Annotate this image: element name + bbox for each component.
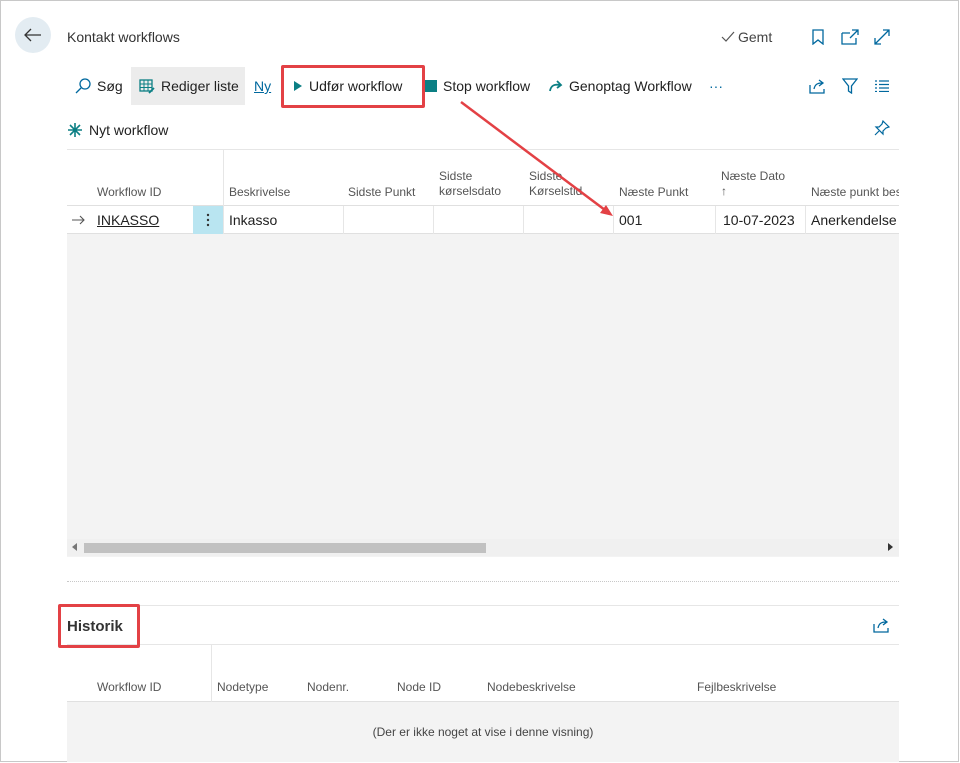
row-menu-button[interactable] (193, 206, 223, 234)
col-last-point[interactable]: Sidste Punkt (348, 185, 415, 200)
horizontal-scrollbar[interactable] (67, 539, 899, 556)
scroll-right-icon (888, 543, 893, 551)
saved-status: Gemt (721, 29, 772, 45)
checkmark-icon (721, 31, 735, 42)
row-selector[interactable] (71, 206, 91, 234)
back-button[interactable] (15, 17, 51, 53)
col-next-point-desc[interactable]: Næste punkt bes (811, 185, 899, 200)
section-divider (67, 581, 899, 582)
stop-icon (425, 80, 437, 92)
expand-icon[interactable] (873, 28, 891, 46)
new-workflow-label: Nyt workflow (89, 122, 169, 138)
col-workflow-id[interactable]: Workflow ID (97, 185, 161, 200)
table-row[interactable]: INKASSO Inkasso 001 10-07-2023 Anerkende… (67, 206, 899, 234)
resume-workflow-label: Genoptag Workflow (569, 78, 692, 94)
page-title: Kontakt workflows (67, 29, 180, 45)
filter-button[interactable] (842, 67, 858, 105)
list-view-button[interactable] (875, 67, 889, 105)
bookmark-icon[interactable] (809, 28, 827, 46)
hist-col-node-id[interactable]: Node ID (397, 680, 441, 695)
cell-next-date[interactable]: 10-07-2023 (723, 206, 795, 234)
share-icon (809, 79, 825, 94)
cell-next-point[interactable]: 001 (619, 206, 642, 234)
edit-list-label: Rediger liste (161, 78, 239, 94)
workflow-grid: Workflow ID Beskrivelse Sidste Punkt Sid… (67, 149, 899, 557)
col-next-point[interactable]: Næste Punkt (619, 185, 688, 200)
action-bar: Søg Rediger liste Ny Udfør workflow Stop… (67, 67, 899, 105)
hist-col-node-no[interactable]: Nodenr. (307, 680, 349, 695)
new-label: Ny (254, 78, 272, 94)
stop-workflow-button[interactable]: Stop workflow (425, 67, 530, 105)
hist-col-workflow-id[interactable]: Workflow ID (97, 680, 161, 695)
saved-label: Gemt (738, 29, 773, 45)
arrow-right-icon (72, 215, 85, 225)
history-grid-header: Workflow ID Nodetype Nodenr. Node ID Nod… (67, 645, 899, 702)
stop-workflow-label: Stop workflow (443, 78, 531, 94)
col-last-run-date[interactable]: Sidste kørselsdato (439, 169, 501, 199)
scroll-left-icon (72, 543, 77, 551)
share-button[interactable] (809, 67, 827, 105)
hist-col-node-desc[interactable]: Nodebeskrivelse (487, 680, 576, 695)
col-description[interactable]: Beskrivelse (229, 185, 290, 200)
annotation-highlight-history (58, 604, 140, 648)
page-frame: Kontakt workflows Gemt Søg Rediger liste… (0, 0, 959, 762)
search-icon (75, 78, 91, 94)
scrollbar-thumb[interactable] (84, 543, 486, 553)
col-next-date[interactable]: Næste Dato ↑ (721, 169, 785, 199)
col-last-run-time[interactable]: Sidste Kørselstid (529, 169, 582, 199)
open-new-window-icon[interactable] (841, 28, 859, 46)
grid-header: Workflow ID Beskrivelse Sidste Punkt Sid… (67, 149, 899, 207)
hist-col-error-desc[interactable]: Fejlbeskrivelse (697, 680, 776, 695)
new-button[interactable]: Ny (254, 67, 271, 105)
vertical-dots-icon (206, 213, 210, 227)
search-label: Søg (97, 78, 123, 94)
redo-arrow-icon (549, 80, 563, 92)
history-header: Historik (67, 605, 899, 645)
filter-icon (842, 78, 858, 94)
arrow-left-icon (24, 28, 41, 42)
history-share-icon[interactable] (873, 616, 891, 634)
hist-col-node-type[interactable]: Nodetype (217, 680, 268, 695)
search-action[interactable]: Søg (75, 67, 123, 105)
cell-workflow-id[interactable]: INKASSO (97, 206, 159, 234)
sort-ascending-icon: ↑ (721, 184, 727, 198)
list-icon (875, 80, 889, 92)
cell-description[interactable]: Inkasso (229, 206, 277, 234)
history-empty-message: (Der er ikke noget at vise i denne visni… (67, 702, 899, 762)
sparkle-icon (68, 123, 82, 137)
new-workflow-action[interactable]: Nyt workflow (67, 117, 168, 143)
edit-list-button[interactable]: Rediger liste (131, 67, 245, 105)
more-label: ··· (709, 78, 723, 94)
resume-workflow-button[interactable]: Genoptag Workflow (549, 67, 692, 105)
pin-icon[interactable] (873, 119, 891, 137)
annotation-highlight-run (281, 65, 425, 108)
cell-next-point-desc[interactable]: Anerkendelse (811, 206, 897, 234)
more-actions-button[interactable]: ··· (709, 67, 723, 105)
edit-list-icon (139, 79, 155, 94)
